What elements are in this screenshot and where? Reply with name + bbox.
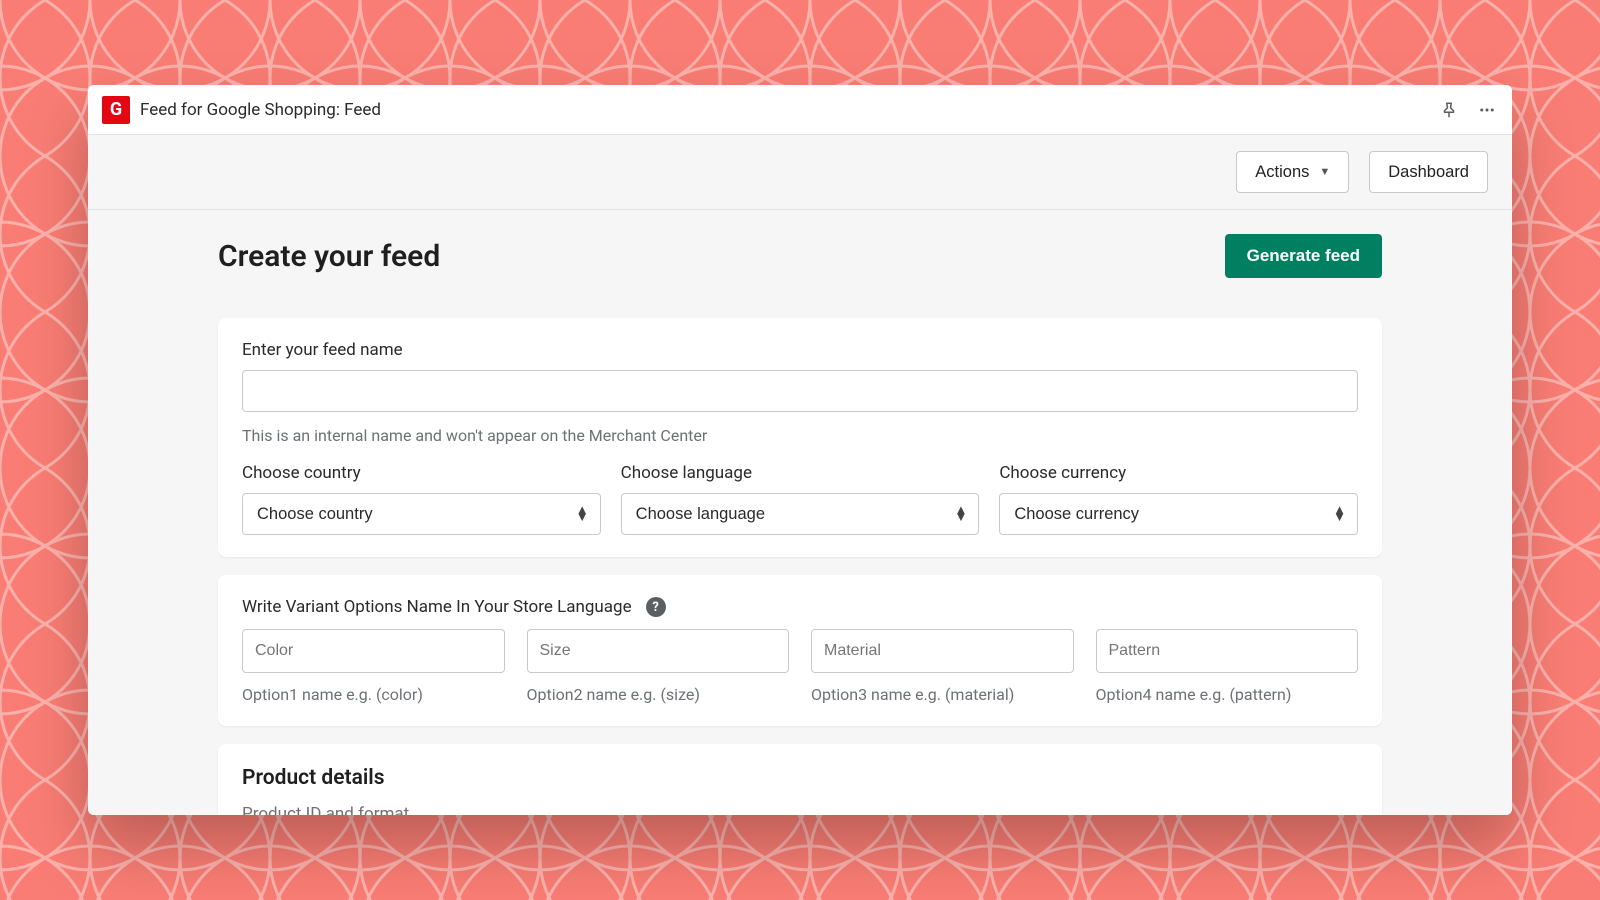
more-icon[interactable] <box>1476 101 1498 119</box>
variant-options-card: Write Variant Options Name In Your Store… <box>218 575 1382 726</box>
app-logo-icon: G <box>102 96 130 124</box>
content-area: Create your feed Generate feed Enter you… <box>88 210 1512 815</box>
country-select[interactable]: Choose country <box>242 493 601 535</box>
variant-option3-helper: Option3 name e.g. (material) <box>811 685 1074 704</box>
actions-label: Actions <box>1255 163 1309 182</box>
product-details-subtitle: Product ID and format <box>242 804 1358 815</box>
language-select[interactable]: Choose language <box>621 493 980 535</box>
language-label: Choose language <box>621 463 980 483</box>
currency-select[interactable]: Choose currency <box>999 493 1358 535</box>
toolbar: Actions ▼ Dashboard <box>88 135 1512 210</box>
dashboard-button[interactable]: Dashboard <box>1369 151 1488 193</box>
feed-basics-card: Enter your feed name This is an internal… <box>218 318 1382 557</box>
help-icon[interactable]: ? <box>646 597 666 617</box>
product-details-title: Product details <box>242 766 1358 790</box>
app-logo-letter: G <box>110 99 122 120</box>
country-label: Choose country <box>242 463 601 483</box>
caret-down-icon: ▼ <box>1319 166 1330 178</box>
variant-option1-helper: Option1 name e.g. (color) <box>242 685 505 704</box>
generate-feed-label: Generate feed <box>1247 246 1360 265</box>
feed-name-label: Enter your feed name <box>242 340 1358 360</box>
dashboard-label: Dashboard <box>1388 163 1469 182</box>
page-header: Create your feed Generate feed <box>218 234 1382 278</box>
variant-option4-helper: Option4 name e.g. (pattern) <box>1096 685 1359 704</box>
variant-header-label: Write Variant Options Name In Your Store… <box>242 597 632 617</box>
feed-name-input[interactable] <box>242 370 1358 412</box>
app-window: G Feed for Google Shopping: Feed Actions… <box>88 85 1512 815</box>
actions-dropdown-button[interactable]: Actions ▼ <box>1236 151 1349 193</box>
variant-option2-helper: Option2 name e.g. (size) <box>527 685 790 704</box>
feed-name-helper: This is an internal name and won't appea… <box>242 426 1358 445</box>
generate-feed-button[interactable]: Generate feed <box>1225 234 1382 278</box>
variant-option2-input[interactable] <box>527 629 790 673</box>
page-title: Create your feed <box>218 239 440 274</box>
titlebar: G Feed for Google Shopping: Feed <box>88 85 1512 135</box>
pin-icon[interactable] <box>1440 101 1458 119</box>
titlebar-title: Feed for Google Shopping: Feed <box>140 100 1440 120</box>
currency-label: Choose currency <box>999 463 1358 483</box>
variant-option3-input[interactable] <box>811 629 1074 673</box>
variant-option1-input[interactable] <box>242 629 505 673</box>
variant-option4-input[interactable] <box>1096 629 1359 673</box>
product-details-card: Product details Product ID and format <box>218 744 1382 815</box>
